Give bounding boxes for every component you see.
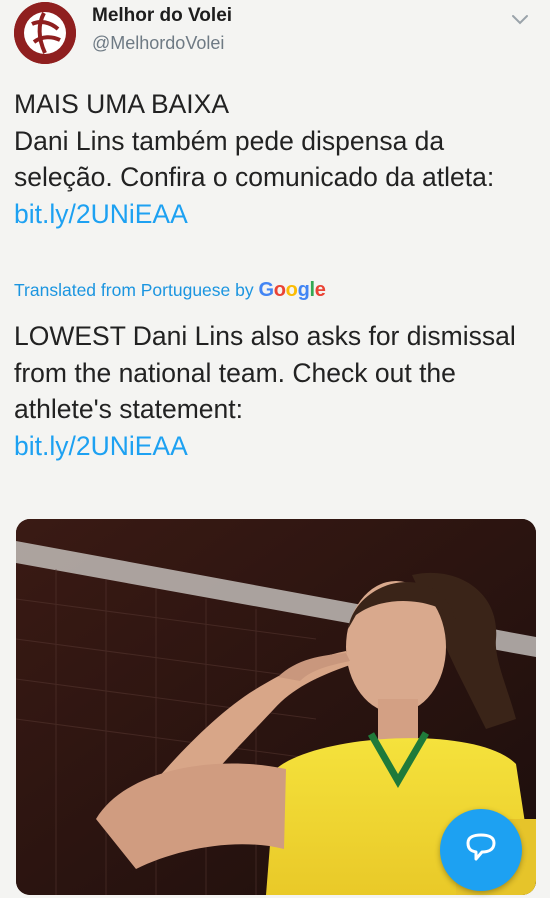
avatar[interactable] — [14, 2, 76, 64]
volleyball-logo-icon — [14, 2, 76, 64]
translation-attribution[interactable]: Translated from Portuguese by Google — [14, 279, 326, 302]
compose-button[interactable] — [440, 809, 522, 891]
translation-body: LOWEST Dani Lins also asks for dismissal… — [14, 321, 516, 424]
tweet-link[interactable]: bit.ly/2UNiEAA — [14, 199, 188, 229]
tweet-headline: MAIS UMA BAIXA — [14, 89, 230, 119]
translation-link[interactable]: bit.ly/2UNiEAA — [14, 431, 188, 461]
tweet-body: Dani Lins também pede dispensa da seleçã… — [14, 125, 495, 193]
google-logo: Google — [258, 279, 326, 301]
chevron-down-icon[interactable] — [508, 8, 532, 32]
tweet-text: MAIS UMA BAIXA Dani Lins também pede dis… — [14, 86, 539, 232]
translation-label: Translated from Portuguese by — [14, 280, 254, 300]
user-handle[interactable]: @MelhordoVolei — [92, 33, 224, 54]
display-name[interactable]: Melhor do Volei — [92, 5, 232, 27]
tweet-header: Melhor do Volei @MelhordoVolei — [0, 0, 550, 80]
compose-icon — [466, 833, 496, 861]
translation-text: LOWEST Dani Lins also asks for dismissal… — [14, 318, 539, 464]
